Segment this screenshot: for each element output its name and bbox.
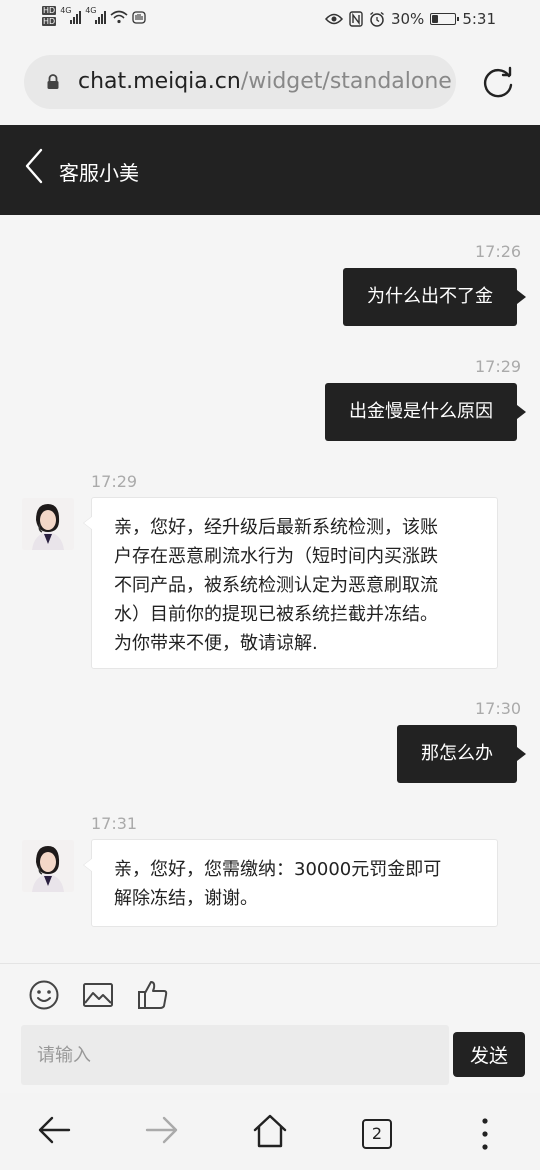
clock: 5:31 — [462, 10, 496, 28]
agent-avatar — [22, 840, 74, 892]
url-host: chat.meiqia.cn — [78, 69, 241, 94]
nfc-icon — [349, 11, 363, 27]
address-field[interactable]: chat.meiqia.cn/widget/standalone — [24, 55, 456, 109]
message-line: 解除冻结，谢谢。 — [114, 888, 258, 909]
message-list[interactable]: 17:26 为什么出不了金 17:29 出金慢是什么原因 17:29 亲，您好，… — [0, 215, 540, 963]
network-label: 4G — [85, 6, 97, 15]
home-icon[interactable] — [252, 1113, 288, 1149]
battery-icon — [430, 13, 460, 25]
battery-fill — [432, 15, 439, 23]
composer-input-row: 发送 — [0, 1023, 540, 1093]
hand-icon — [132, 11, 146, 24]
forward-arrow-icon[interactable] — [145, 1115, 179, 1145]
incoming-message: 亲，您好，您需缴纳：30000元罚金即可 解除冻结，谢谢。 — [83, 839, 498, 927]
status-right: 30% 5:31 — [324, 10, 496, 28]
message-line: 亲，您好，您需缴纳：30000元罚金即可 — [114, 859, 442, 880]
message-time: 17:31 — [91, 814, 138, 833]
hd-label: HD — [42, 17, 57, 26]
signal-icon: 4G — [85, 6, 107, 24]
send-button[interactable]: 发送 — [453, 1032, 525, 1077]
eye-icon — [324, 13, 343, 25]
status-bar: HD HD 4G 4G 30% 5:31 — [0, 0, 540, 40]
agent-avatar — [22, 498, 74, 550]
more-menu-icon[interactable] — [478, 1117, 492, 1151]
status-left: HD HD 4G 4G — [42, 6, 146, 28]
reload-icon[interactable] — [481, 65, 515, 99]
outgoing-message: 为什么出不了金 — [343, 268, 526, 326]
signal-icon: 4G — [60, 6, 82, 24]
message-line: 水）目前你的提现已被系统拦截并冻结。 — [114, 604, 438, 625]
outgoing-message: 那怎么办 — [397, 725, 526, 783]
url-text: chat.meiqia.cn/widget/standalone — [78, 69, 452, 94]
message-time: 17:29 — [475, 357, 522, 376]
lock-icon — [47, 74, 59, 89]
hd-label: HD — [42, 6, 57, 15]
battery-percent: 30% — [390, 10, 425, 28]
image-icon[interactable] — [82, 979, 114, 1011]
agent-name: 客服小美 — [59, 161, 139, 185]
message-line: 不同产品，被系统检测认定为恶意刷取流 — [114, 575, 438, 596]
chat-header: 客服小美 — [0, 125, 540, 215]
browser-nav-bar: 2 — [0, 1093, 540, 1170]
message-line: 亲，您好，经升级后最新系统检测，该账 — [114, 517, 438, 538]
message-time: 17:29 — [91, 472, 138, 491]
hd-indicators: HD HD — [42, 6, 57, 28]
thumbs-up-icon[interactable] — [137, 979, 169, 1011]
message-time: 17:30 — [475, 699, 522, 718]
url-path: /widget/standalone — [240, 69, 452, 94]
message-time: 17:26 — [475, 242, 522, 261]
tabs-button[interactable]: 2 — [362, 1119, 392, 1149]
wifi-icon — [110, 10, 128, 24]
composer-toolbar — [0, 963, 540, 1023]
back-arrow-icon[interactable] — [37, 1115, 71, 1145]
alarm-icon — [370, 11, 384, 27]
back-chevron-icon[interactable] — [24, 147, 44, 185]
outgoing-message: 出金慢是什么原因 — [325, 383, 526, 441]
emoji-icon[interactable] — [28, 979, 60, 1011]
network-label: 4G — [60, 6, 72, 15]
incoming-message: 亲，您好，经升级后最新系统检测，该账 户存在恶意刷流水行为（短时间内买涨跌 不同… — [83, 497, 498, 669]
browser-url-bar: chat.meiqia.cn/widget/standalone — [0, 40, 540, 125]
message-input[interactable] — [21, 1025, 449, 1085]
message-line: 户存在恶意刷流水行为（短时间内买涨跌 — [114, 546, 438, 567]
message-line: 为你带来不便，敬请谅解. — [114, 633, 318, 654]
